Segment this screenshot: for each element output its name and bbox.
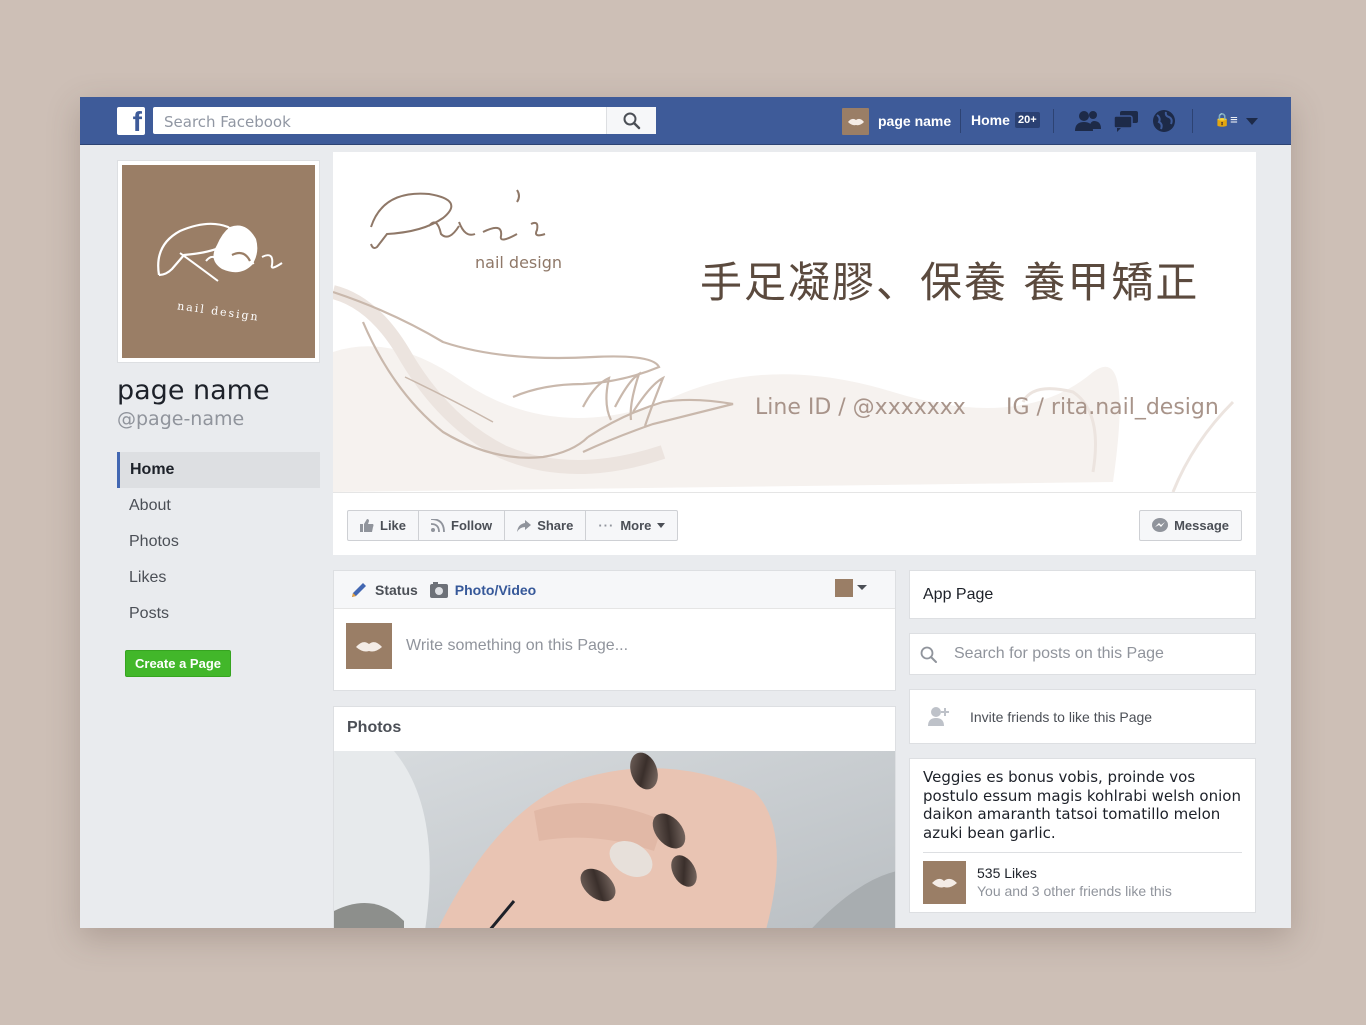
app-page-label: App Page: [923, 586, 994, 603]
more-chevron-icon: [657, 523, 666, 528]
message-button[interactable]: Message: [1139, 510, 1242, 541]
divider: [923, 852, 1242, 853]
about-description: Veggies es bonus vobis, proinde vos post…: [923, 768, 1241, 842]
invite-friends-card[interactable]: Invite friends to like this Page: [909, 689, 1256, 744]
nav-item-likes[interactable]: Likes: [117, 560, 320, 596]
search-input[interactable]: Search Facebook: [153, 107, 656, 134]
invite-friends-label: Invite friends to like this Page: [970, 709, 1153, 725]
page-profile-link[interactable]: page name: [842, 107, 952, 135]
post-composer: Status Photo/Video Write something on th…: [333, 570, 896, 691]
friends-like-text: You and 3 other friends like this: [977, 883, 1172, 899]
like-label: Like: [380, 518, 407, 533]
nav-item-photos[interactable]: Photos: [117, 524, 320, 560]
nav-item-posts[interactable]: Posts: [117, 596, 320, 632]
cover-brand-subtitle: nail design: [475, 253, 562, 272]
search-icon: [623, 112, 641, 130]
account-menu-chevron-icon[interactable]: [1246, 118, 1258, 125]
create-page-button[interactable]: Create a Page: [125, 650, 231, 677]
share-arrow-icon: [517, 519, 532, 532]
app-page-card[interactable]: App Page: [909, 570, 1256, 619]
tab-photo-video[interactable]: Photo/Video: [429, 581, 537, 598]
cover-instagram: IG / rita.nail_design: [1006, 395, 1219, 420]
page-avatar: [842, 107, 869, 135]
nav-item-home[interactable]: Home: [117, 452, 320, 488]
message-label: Message: [1174, 518, 1229, 533]
follow-button[interactable]: Follow: [419, 511, 506, 540]
composer-avatar: [346, 623, 392, 669]
photo-tab-label: Photo/Video: [454, 581, 537, 598]
photos-title: Photos: [347, 719, 402, 736]
notifications-globe-icon[interactable]: [1151, 109, 1177, 135]
post-as-avatar[interactable]: [835, 579, 853, 597]
pencil-icon: [352, 582, 366, 597]
nail-photo-image: [334, 751, 895, 928]
likes-avatar: [923, 861, 966, 904]
about-card: Veggies es bonus vobis, proinde vos post…: [909, 758, 1256, 913]
page-handle: @page-name: [117, 408, 245, 430]
search-posts-placeholder: Search for posts on this Page: [954, 645, 1164, 662]
more-dots-icon: ···: [598, 518, 615, 533]
cover-headline: 手足凝膠、保養 養甲矯正: [700, 258, 1200, 307]
rss-follow-icon: [431, 519, 445, 532]
page-profile-picture[interactable]: nail design: [117, 160, 320, 363]
share-button[interactable]: Share: [505, 511, 587, 540]
page-nav: Home About Photos Likes Posts: [117, 452, 320, 632]
composer-tabs: Status Photo/Video: [334, 571, 895, 609]
tab-status[interactable]: Status: [350, 581, 418, 599]
status-tab-label: Status: [375, 581, 418, 598]
search-placeholder: Search Facebook: [164, 113, 291, 131]
photos-card: Photos: [333, 706, 896, 928]
page-action-bar: Like Follow Share ··· More Message: [333, 492, 1256, 555]
facebook-window: f Search Facebook page name Home 20+ 🔒≡ …: [80, 97, 1291, 928]
rita-logo-icon: nail design: [157, 222, 283, 324]
facebook-logo-letter: f: [132, 106, 142, 137]
likes-count[interactable]: 535 Likes: [977, 865, 1037, 881]
post-as-chevron-icon[interactable]: [857, 585, 867, 590]
divider: [1053, 109, 1054, 133]
search-icon: [920, 646, 937, 663]
messenger-icon: [1152, 518, 1169, 532]
more-button[interactable]: ··· More: [586, 511, 677, 540]
notification-badge: 20+: [1015, 112, 1040, 128]
messages-icon[interactable]: [1112, 109, 1140, 133]
home-link[interactable]: Home: [971, 112, 1010, 128]
lips-logo-icon: [848, 118, 864, 125]
follow-label: Follow: [451, 518, 493, 533]
divider: [960, 109, 961, 133]
nail-photo[interactable]: [334, 751, 895, 928]
composer-input[interactable]: Write something on this Page...: [406, 637, 628, 655]
cover-line-id: Line ID / @xxxxxxx: [755, 395, 966, 420]
thumbs-up-icon: [360, 519, 374, 532]
lips-logo-icon: [932, 878, 957, 888]
like-button[interactable]: Like: [348, 511, 420, 540]
share-label: Share: [537, 518, 574, 533]
lips-logo-icon: [356, 642, 382, 652]
cover-photo[interactable]: nail design 手足凝膠、保養 養甲矯正 Line ID / @xxxx…: [333, 152, 1256, 492]
nav-item-about[interactable]: About: [117, 488, 320, 524]
more-label: More: [620, 518, 652, 533]
page-actions: Like Follow Share ··· More: [347, 510, 679, 541]
privacy-shortcuts-icon[interactable]: 🔒≡: [1214, 112, 1238, 128]
friend-requests-icon[interactable]: [1074, 109, 1102, 133]
page-title: page name: [117, 375, 270, 406]
divider: [1192, 109, 1193, 133]
cover-artwork: [333, 189, 1235, 492]
add-friend-icon: [928, 707, 949, 726]
search-button[interactable]: [606, 107, 656, 134]
logo-subtitle: nail design: [176, 299, 260, 323]
camera-icon: [429, 581, 448, 598]
profile-logo: nail design: [122, 165, 315, 358]
composer-body: Write something on this Page...: [334, 609, 895, 691]
top-bar: f Search Facebook page name Home 20+ 🔒≡: [80, 97, 1291, 145]
page-name-link: page name: [878, 113, 952, 129]
facebook-logo-icon[interactable]: f: [117, 106, 145, 137]
search-posts-input[interactable]: Search for posts on this Page: [909, 633, 1256, 675]
